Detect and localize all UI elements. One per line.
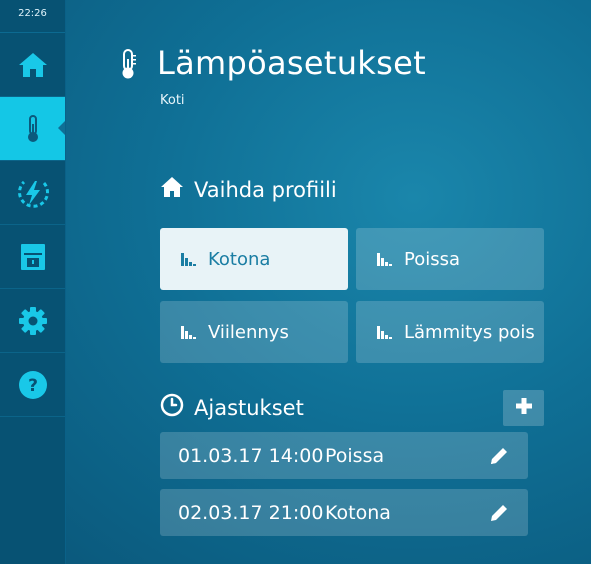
thermometer-icon (118, 48, 138, 84)
sidebar: 22:26 ? (0, 0, 66, 564)
sidebar-item-settings[interactable] (0, 289, 65, 353)
profile-button-label: Lämmitys pois (404, 321, 535, 343)
svg-text:?: ? (28, 376, 38, 396)
schedules-section-heading: Ajastukset (160, 393, 304, 422)
thermometer-icon (25, 114, 41, 144)
schedule-datetime: 01.03.17 14:00 (178, 444, 324, 467)
profile-button-viilennys[interactable]: Viilennys (160, 301, 348, 363)
profile-button-poissa[interactable]: Poissa (356, 228, 544, 290)
profile-button-label: Kotona (208, 248, 271, 270)
pencil-icon[interactable] (484, 441, 514, 471)
schedule-datetime: 02.03.17 21:00 (178, 501, 324, 524)
clock-icon (160, 393, 184, 422)
plus-icon (515, 397, 533, 419)
home-icon (17, 51, 49, 79)
schedules-heading-label: Ajastukset (194, 395, 304, 420)
profile-section-heading: Vaihda profiili (160, 176, 337, 203)
sidebar-item-help[interactable]: ? (0, 353, 65, 417)
sidebar-item-energy[interactable] (0, 161, 65, 225)
sidebar-item-appliance[interactable] (0, 225, 65, 289)
bar-chart-icon (180, 251, 198, 267)
profile-button-lammitys-pois[interactable]: Lämmitys pois (356, 301, 544, 363)
appliance-icon (19, 242, 47, 272)
schedule-profile: Kotona (325, 501, 391, 524)
clock: 22:26 (0, 0, 65, 33)
sidebar-item-heating[interactable] (0, 97, 65, 161)
profile-button-kotona[interactable]: Kotona (160, 228, 348, 290)
profile-button-label: Poissa (404, 248, 461, 270)
bar-chart-icon (180, 324, 198, 340)
gear-icon (18, 306, 48, 336)
schedule-profile: Poissa (325, 444, 385, 467)
bar-chart-icon (376, 251, 394, 267)
schedule-row[interactable]: 01.03.17 14:00 Poissa (160, 432, 528, 479)
schedule-row[interactable]: 02.03.17 21:00 Kotona (160, 489, 528, 536)
page-subtitle: Koti (160, 93, 185, 108)
profile-button-label: Viilennys (208, 321, 289, 343)
profile-heading-label: Vaihda profiili (194, 177, 337, 202)
page-title: Lämpöasetukset (157, 44, 426, 82)
energy-bolt-icon (14, 174, 52, 212)
add-schedule-button[interactable] (503, 390, 544, 426)
pencil-icon[interactable] (484, 498, 514, 528)
bar-chart-icon (376, 324, 394, 340)
help-icon: ? (18, 370, 48, 400)
sidebar-item-home[interactable] (0, 33, 65, 97)
home-icon (160, 176, 184, 203)
